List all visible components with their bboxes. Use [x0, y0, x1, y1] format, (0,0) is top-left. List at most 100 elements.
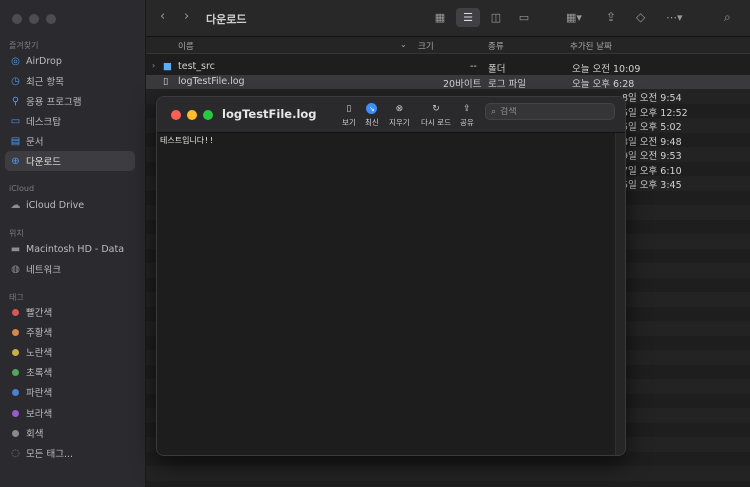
sidebar-tag-gray[interactable]: 회색: [5, 423, 135, 443]
close-button[interactable]: [171, 110, 181, 120]
tag-dot-icon: [12, 328, 19, 336]
sidebar-item-macintosh-hd[interactable]: ▬ Macintosh HD - Data: [5, 239, 135, 259]
search-icon: ⌕: [491, 106, 497, 117]
file-name: logTestFile.log: [178, 75, 245, 87]
tag-dot-icon: [12, 409, 19, 417]
folder-icon: ■: [163, 61, 172, 72]
airdrop-icon: ◎: [11, 55, 20, 67]
sidebar-tag-red[interactable]: 빨간색: [5, 302, 135, 322]
column-kind[interactable]: 종류: [488, 40, 504, 52]
column-date-added[interactable]: 추가된 날짜: [570, 40, 612, 52]
sidebar-tag-green[interactable]: 초록색: [5, 362, 135, 382]
apps-icon: ⚲: [11, 95, 20, 107]
window-controls: [171, 110, 213, 120]
forward-icon[interactable]: ›: [184, 9, 189, 24]
recent-button[interactable]: ↘ 최신: [365, 103, 379, 128]
column-size[interactable]: 크기: [418, 40, 434, 52]
sidebar-tag-all[interactable]: ◌ 모든 태그...: [5, 443, 135, 463]
gallery-view-icon[interactable]: ▭: [512, 8, 536, 27]
sidebar-item-recents[interactable]: ◷ 최근 항목: [5, 71, 135, 91]
window-controls-inactive: [12, 14, 56, 24]
group-icon[interactable]: ▦▾: [566, 11, 582, 24]
log-search-field[interactable]: ⌕: [485, 103, 615, 120]
file-kind: 폴더: [488, 64, 506, 75]
log-line: 테스트입니다!!: [160, 136, 214, 145]
tags-icon: ◌: [11, 447, 20, 459]
log-content[interactable]: 테스트입니다!!: [157, 133, 617, 455]
sort-chevron-icon[interactable]: ⌄: [400, 40, 407, 49]
share-icon: ⇪: [463, 103, 471, 114]
sidebar-section-locations: 위치: [9, 229, 24, 238]
file-date: 5일 오후 12:52: [622, 107, 688, 119]
zoom-button[interactable]: [203, 110, 213, 120]
window-title: logTestFile.log: [222, 107, 317, 121]
sidebar-item-icloud-drive[interactable]: ☁ iCloud Drive: [5, 195, 135, 215]
download-icon: ⊕: [11, 155, 20, 167]
disk-icon: ▬: [10, 243, 21, 255]
file-date: 5일 오후 5:02: [622, 122, 682, 133]
disclosure-icon[interactable]: ›: [152, 61, 155, 70]
view-button[interactable]: ▯ 보기: [342, 103, 356, 128]
icon-view-icon[interactable]: ▦: [428, 8, 452, 27]
column-name[interactable]: 이름: [178, 40, 194, 52]
sidebar-item-airdrop[interactable]: ◎ AirDrop: [5, 51, 135, 71]
file-size: --: [470, 61, 477, 72]
share-icon[interactable]: ⇪: [606, 10, 616, 24]
network-icon: ◍: [11, 263, 20, 275]
file-date: 오늘 오후 6:28: [572, 78, 635, 90]
more-actions-icon[interactable]: ⋯▾: [666, 11, 683, 24]
tag-icon[interactable]: ◇: [636, 10, 645, 24]
sidebar-item-desktop[interactable]: ▭ 데스크탑: [5, 111, 135, 131]
file-icon: ▯: [163, 75, 169, 87]
sidebar-toggle-icon: ▯: [346, 103, 352, 114]
table-row[interactable]: › ■ test_src -- 폴더 오늘 오전 10:09: [146, 60, 750, 75]
back-icon[interactable]: ‹: [160, 9, 165, 24]
file-name: test_src: [178, 61, 215, 72]
sidebar-section-favorites: 즐겨찾기: [9, 41, 39, 50]
reload-button[interactable]: ↻ 다시 로드: [421, 103, 451, 128]
search-input[interactable]: [500, 106, 601, 117]
file-date: 5일 오후 3:45: [622, 180, 682, 191]
sidebar-item-documents[interactable]: ▤ 문서: [5, 131, 135, 151]
file-date: 8일 오전 9:48: [622, 136, 682, 148]
tag-dot-icon: [12, 368, 19, 376]
scrollbar[interactable]: [615, 133, 625, 455]
cloud-icon: ☁: [10, 199, 21, 211]
tag-dot-icon: [12, 388, 19, 396]
tag-dot-icon: [12, 429, 19, 437]
close-button[interactable]: [12, 14, 22, 24]
minimize-button[interactable]: [29, 14, 39, 24]
document-icon: ▤: [10, 135, 21, 147]
clock-icon: ◷: [11, 75, 20, 87]
column-view-icon[interactable]: ◫: [484, 8, 508, 27]
zoom-button[interactable]: [46, 14, 56, 24]
file-kind: 로그 파일: [488, 78, 526, 90]
sidebar-tag-blue[interactable]: 파란색: [5, 382, 135, 402]
sidebar-item-applications[interactable]: ⚲ 응용 프로그램: [5, 91, 135, 111]
table-row-selected[interactable]: ▯ logTestFile.log 20바이트 로그 파일 오늘 오후 6:28: [146, 74, 750, 90]
file-date: 9일 오전 9:53: [622, 151, 682, 162]
sidebar-item-network[interactable]: ◍ 네트워크: [5, 259, 135, 279]
column-header: 이름 ⌄ 크기 종류 추가된 날짜: [146, 37, 750, 54]
tag-dot-icon: [12, 348, 19, 356]
sidebar: 즐겨찾기 ◎ AirDrop ◷ 최근 항목 ⚲ 응용 프로그램 ▭ 데스크탑 ▤ 문서 …: [0, 0, 146, 487]
minimize-button[interactable]: [187, 110, 197, 120]
folder-title: 다운로드: [206, 13, 247, 26]
reload-icon: ↻: [432, 103, 440, 114]
sidebar-item-downloads[interactable]: ⊕ 다운로드: [5, 151, 135, 171]
jump-to-recent-icon: ↘: [366, 103, 378, 114]
search-icon[interactable]: ⌕: [724, 10, 731, 25]
sidebar-tag-orange[interactable]: 주황색: [5, 322, 135, 342]
clear-button[interactable]: ⊗ 지우기: [389, 103, 410, 128]
log-toolbar: logTestFile.log ▯ 보기 ↘ 최신 ⊗ 지우기 ↻ 다시 로드 …: [157, 97, 625, 133]
share-button[interactable]: ⇪ 공유: [460, 103, 474, 128]
list-view-icon[interactable]: ☰: [456, 8, 480, 27]
sidebar-tag-yellow[interactable]: 노란색: [5, 342, 135, 362]
sidebar-section-icloud: iCloud: [9, 184, 35, 193]
file-date: 오늘 오전 10:09: [572, 64, 641, 75]
file-date: 8일 오전 9:54: [622, 93, 682, 104]
sidebar-tag-purple[interactable]: 보라색: [5, 403, 135, 423]
file-date: 7일 오후 6:10: [622, 165, 682, 177]
table-row-empty: [146, 466, 750, 481]
log-viewer-window: logTestFile.log ▯ 보기 ↘ 최신 ⊗ 지우기 ↻ 다시 로드 …: [156, 96, 626, 456]
